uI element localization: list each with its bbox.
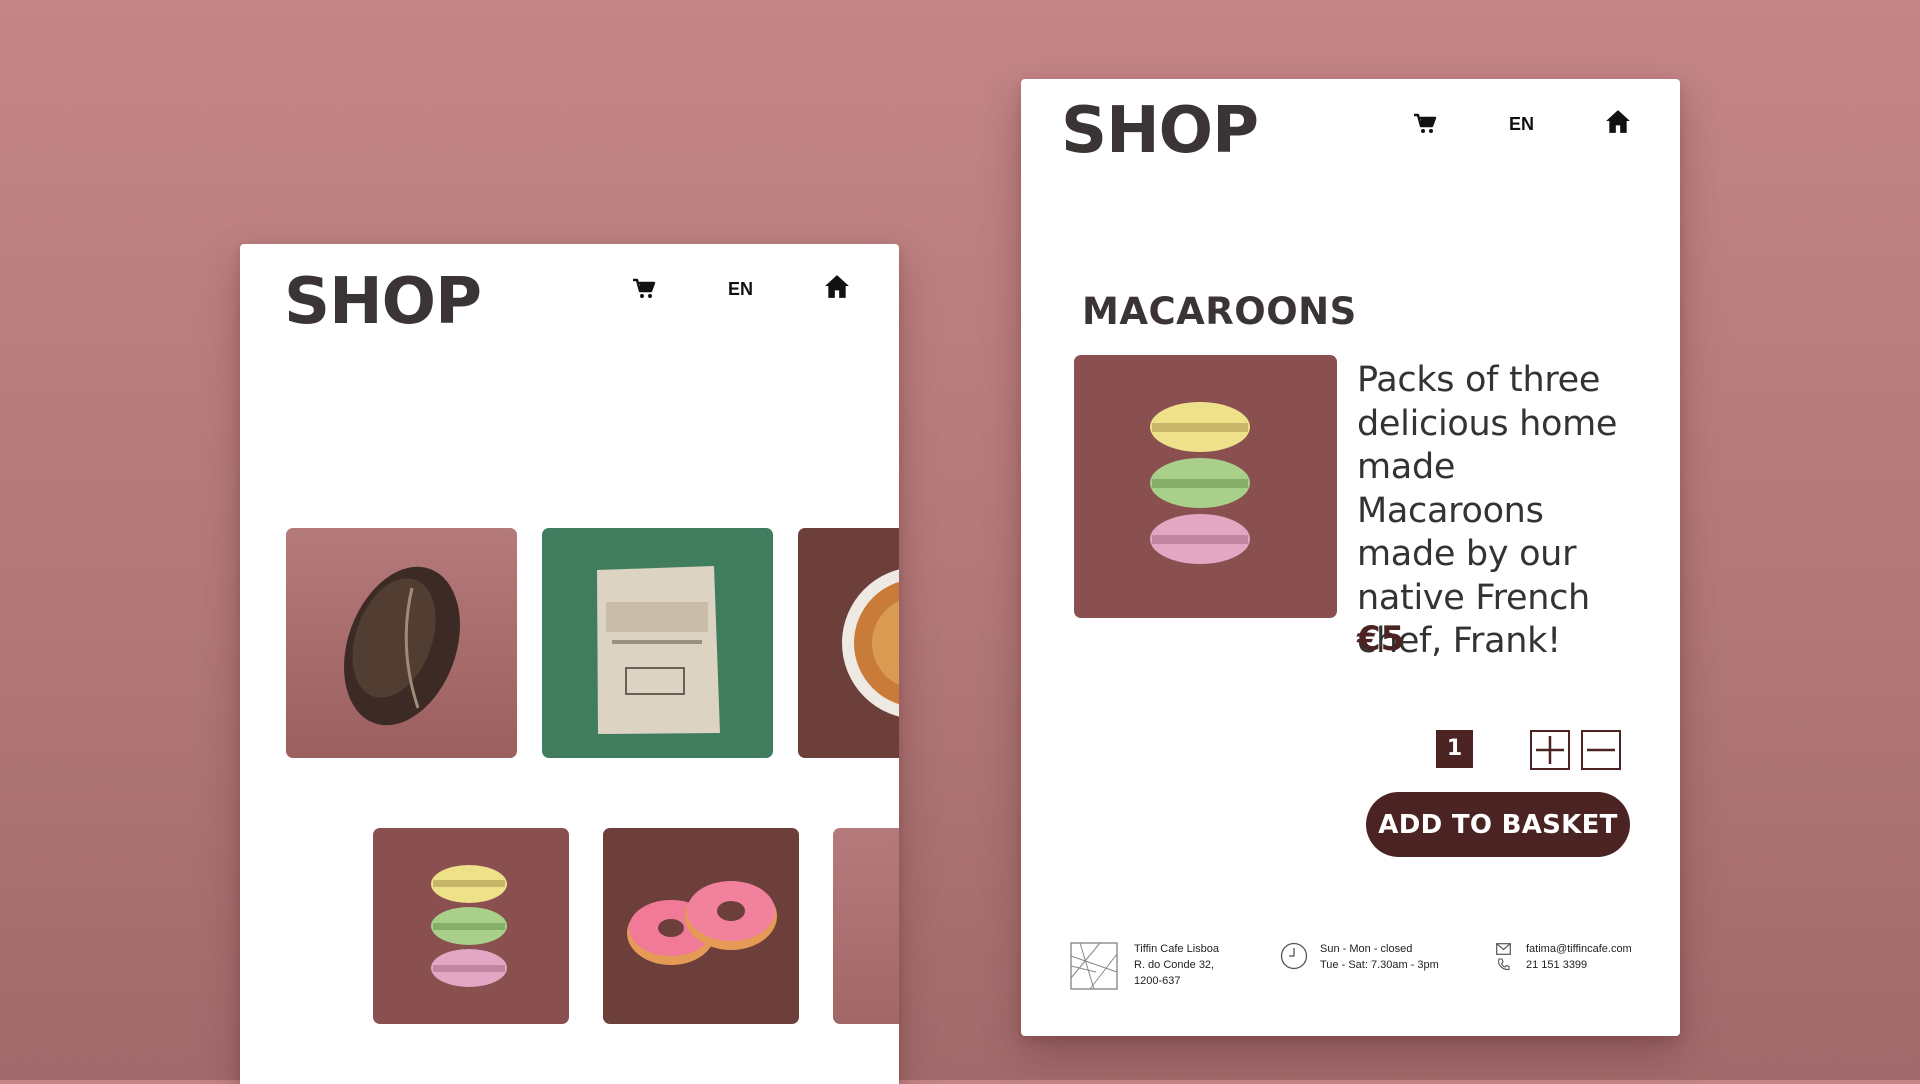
plus-icon xyxy=(1536,736,1564,764)
contact-block: fatima@tiffincafe.com 21 151 3399 xyxy=(1526,941,1632,973)
macaroons-image xyxy=(1074,355,1337,618)
email-icon xyxy=(1496,943,1511,955)
home-icon[interactable] xyxy=(824,273,850,299)
address-street: R. do Conde 32, xyxy=(1134,959,1215,971)
product-tile-macaroons[interactable] xyxy=(373,828,569,1024)
product-tile-pie[interactable] xyxy=(798,528,899,758)
add-to-basket-button[interactable]: ADD TO BASKET xyxy=(1366,792,1630,857)
shop-title: SHOP xyxy=(1061,94,1259,168)
language-selector[interactable]: EN xyxy=(728,279,753,300)
product-tile-donuts[interactable] xyxy=(603,828,799,1024)
product-price: €5 xyxy=(1357,619,1405,659)
shop-list-screen: SHOP EN xyxy=(240,244,899,1084)
product-tile-bread[interactable] xyxy=(286,528,517,758)
donuts-image xyxy=(603,828,799,1024)
contact-phone[interactable]: 21 151 3399 xyxy=(1526,957,1632,973)
quantity-display: 1 xyxy=(1436,730,1473,768)
contact-email[interactable]: fatima@tiffincafe.com xyxy=(1526,941,1632,957)
map-icon xyxy=(1070,942,1118,990)
cart-icon[interactable] xyxy=(1413,112,1437,136)
shop-title: SHOP xyxy=(284,265,482,339)
macaroons-image xyxy=(373,828,569,1024)
address-postcode: 1200-637 xyxy=(1134,975,1181,987)
hours-line-1: Sun - Mon - closed xyxy=(1320,943,1413,955)
cart-icon[interactable] xyxy=(632,277,656,301)
product-description: Packs of three delicious home made Macar… xyxy=(1357,360,1618,661)
product-image xyxy=(833,828,899,1024)
address-block: Tiffin Cafe Lisboa R. do Conde 32, 1200-… xyxy=(1134,941,1219,989)
opening-hours: Sun - Mon - closed Tue - Sat: 7.30am - 3… xyxy=(1320,941,1439,973)
clock-icon xyxy=(1280,942,1308,970)
apple-pie-image xyxy=(798,528,899,758)
phone-icon xyxy=(1498,958,1510,971)
language-selector[interactable]: EN xyxy=(1509,114,1534,135)
hours-line-2: Tue - Sat: 7.30am - 3pm xyxy=(1320,959,1439,971)
decrease-quantity-button[interactable] xyxy=(1581,730,1621,770)
product-image-macaroons xyxy=(1074,355,1337,618)
minus-icon xyxy=(1587,748,1615,752)
coffee-beans-image xyxy=(542,528,773,758)
home-icon[interactable] xyxy=(1605,108,1631,134)
address-name: Tiffin Cafe Lisboa xyxy=(1134,943,1219,955)
bread-image xyxy=(286,528,517,758)
product-heading: MACAROONS xyxy=(1082,290,1357,333)
product-tile-coffee[interactable] xyxy=(542,528,773,758)
product-tile-more[interactable] xyxy=(833,828,899,1024)
increase-quantity-button[interactable] xyxy=(1530,730,1570,770)
product-detail-screen: SHOP EN MACAROONS Packs of three delicio… xyxy=(1021,79,1680,1036)
